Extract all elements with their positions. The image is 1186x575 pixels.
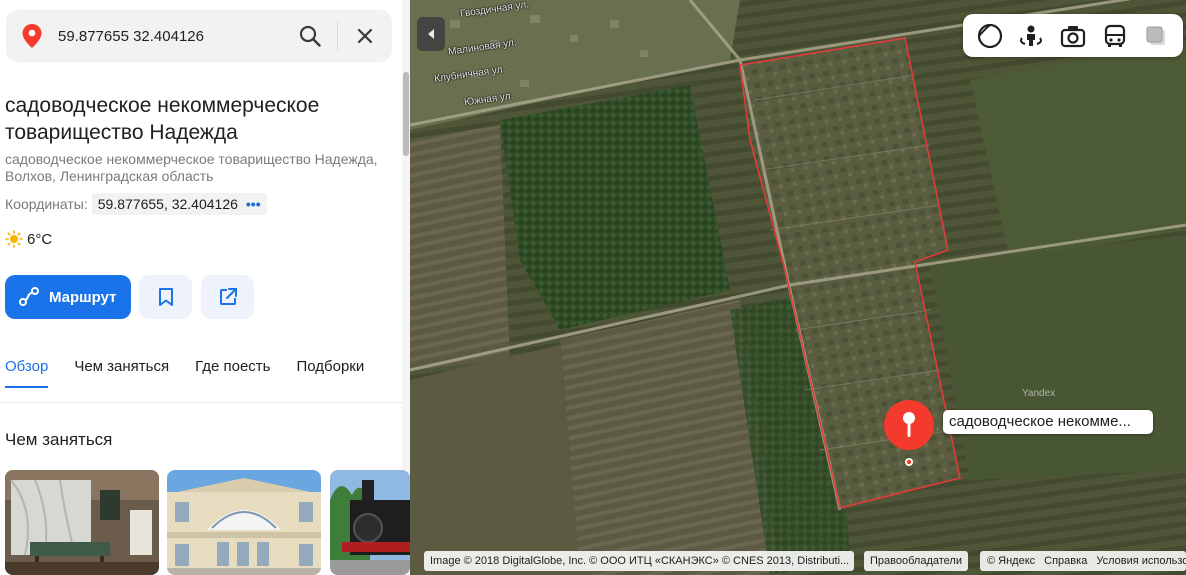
attraction-photo xyxy=(330,470,410,575)
layers-icon xyxy=(977,23,1002,48)
map-layers-toolbar xyxy=(963,14,1183,57)
transit-icon xyxy=(1104,24,1125,47)
bookmark-button[interactable] xyxy=(139,275,192,319)
route-button-label: Маршрут xyxy=(49,288,117,306)
chevron-left-icon xyxy=(428,29,434,39)
coordinates-more-icon[interactable]: ••• xyxy=(246,196,261,212)
sun-icon xyxy=(5,230,23,248)
place-title: садоводческое некоммерческое товариществ… xyxy=(5,94,320,144)
section-title: Чем заняться xyxy=(5,430,113,449)
layers-button[interactable] xyxy=(973,19,1007,53)
attraction-card[interactable] xyxy=(167,470,321,575)
attraction-photo xyxy=(167,470,321,575)
attraction-photo xyxy=(5,470,159,575)
help-link[interactable]: Справка xyxy=(1044,555,1087,567)
route-button[interactable]: Маршрут xyxy=(5,275,131,319)
map-attribution-bar: Image © 2018 DigitalGlobe, Inc. © ООО ИТ… xyxy=(424,551,1186,571)
panel-scrollbar[interactable] xyxy=(403,72,409,156)
tab-things-to-do[interactable]: Чем заняться xyxy=(74,356,169,388)
yandex-copyright-link[interactable]: © Яндекс xyxy=(987,555,1035,567)
transit-button[interactable] xyxy=(1098,19,1132,53)
rights-holders-link[interactable]: Правообладатели xyxy=(864,551,968,571)
panorama-button[interactable] xyxy=(1014,19,1048,53)
traffic-icon xyxy=(1146,26,1166,45)
place-tabs: Обзор Чем заняться Где поесть Подборки xyxy=(5,356,390,390)
coordinates-chip[interactable]: 59.877655, 32.404126 ••• xyxy=(91,193,267,215)
search-button[interactable] xyxy=(283,10,337,62)
imagery-attribution-text: Image © 2018 DigitalGlobe, Inc. © ООО ИТ… xyxy=(430,555,850,567)
weather-temperature: 6°C xyxy=(27,230,53,248)
share-icon xyxy=(219,288,237,305)
tabs-divider xyxy=(0,402,404,403)
place-panel: 59.877655 32.404126 садоводческое некомм… xyxy=(0,0,410,575)
marker-label[interactable]: садоводческое некомме... xyxy=(943,410,1153,434)
place-address: садоводческое некоммерческое товариществ… xyxy=(5,151,378,184)
photo-icon xyxy=(1060,25,1086,47)
map-footer-links: © Яндекс Справка Условия использо... xyxy=(980,551,1186,571)
route-icon xyxy=(19,287,39,306)
place-marker[interactable] xyxy=(883,400,935,470)
map-watermark: Yandex xyxy=(1022,388,1056,399)
clear-search-button[interactable] xyxy=(338,10,392,62)
map-pin-icon xyxy=(884,400,934,466)
terms-link[interactable]: Условия использо... xyxy=(1096,555,1186,567)
traffic-button[interactable] xyxy=(1139,19,1173,53)
search-bar[interactable]: 59.877655 32.404126 xyxy=(6,10,392,62)
search-input[interactable]: 59.877655 32.404126 xyxy=(58,28,283,45)
imagery-attribution: Image © 2018 DigitalGlobe, Inc. © ООО ИТ… xyxy=(424,551,854,571)
collapse-panel-button[interactable] xyxy=(417,17,445,51)
coordinates-value: 59.877655, 32.404126 xyxy=(97,196,238,212)
attraction-card[interactable] xyxy=(330,470,410,575)
close-icon xyxy=(357,28,373,44)
tab-where-to-eat[interactable]: Где поесть xyxy=(195,356,270,388)
bookmark-icon xyxy=(158,288,173,306)
attraction-card[interactable] xyxy=(5,470,159,575)
panorama-icon xyxy=(1020,25,1043,46)
coordinates-label: Координаты: xyxy=(5,196,88,212)
coordinates-row: Координаты: 59.877655, 32.404126 ••• xyxy=(5,193,267,215)
photo-button[interactable] xyxy=(1056,19,1090,53)
share-button[interactable] xyxy=(201,275,254,319)
tab-overview[interactable]: Обзор xyxy=(5,356,49,388)
search-icon xyxy=(299,25,321,47)
satellite-imagery xyxy=(410,0,1186,575)
location-pin-icon xyxy=(6,10,58,62)
tab-collections[interactable]: Подборки xyxy=(296,356,364,388)
map-view[interactable]: Гвоздичная ул. Малиновая ул. Клубничная … xyxy=(410,0,1186,575)
weather: 6°C xyxy=(5,229,52,249)
